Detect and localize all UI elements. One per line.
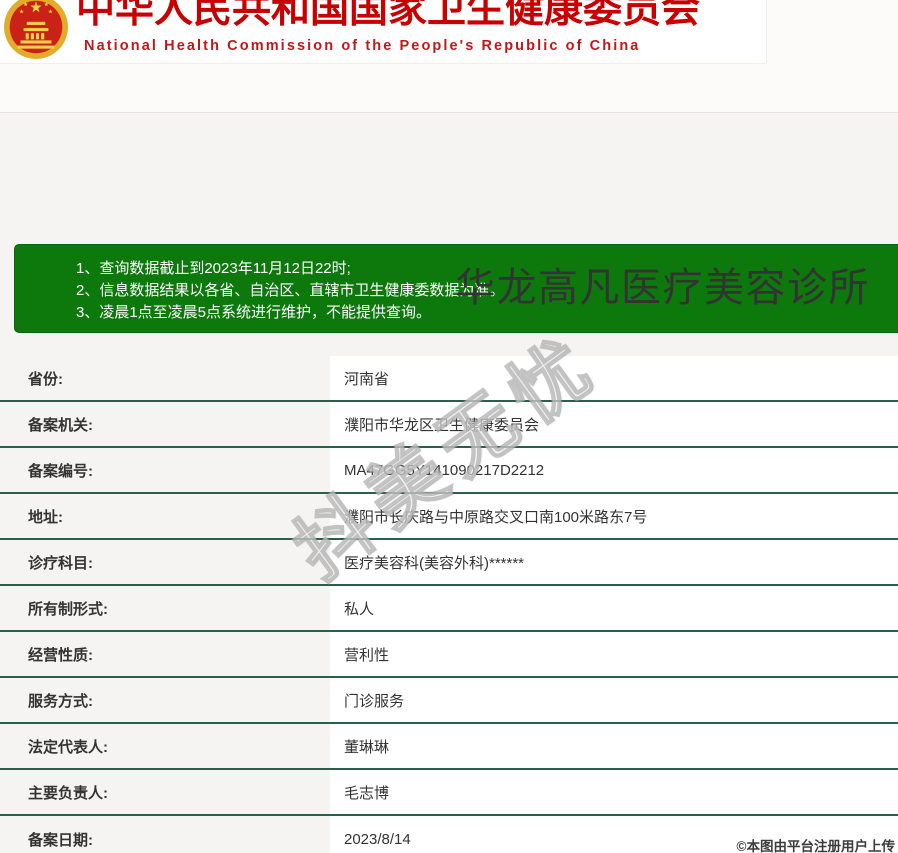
field-value: 濮阳市华龙区卫生健康委员会: [330, 402, 898, 446]
site-header: 中华人民共和国国家卫生健康委员会 National Health Commiss…: [0, 0, 898, 113]
table-row-filing-number: 备案编号: MA47GG5Y141090217D2212: [0, 448, 898, 494]
table-row-province: 省份: 河南省: [0, 356, 898, 402]
field-value: 私人: [330, 586, 898, 630]
table-row-service-mode: 服务方式: 门诊服务: [0, 678, 898, 724]
upload-credit: ©本图由平台注册用户上传: [736, 839, 895, 853]
field-label: 所有制形式:: [0, 586, 330, 630]
field-value: 河南省: [330, 356, 898, 400]
table-row-legal-representative: 法定代表人: 董琳琳: [0, 724, 898, 770]
field-label: 备案编号:: [0, 448, 330, 492]
header-banner: 中华人民共和国国家卫生健康委员会 National Health Commiss…: [0, 0, 767, 64]
field-value: MA47GG5Y141090217D2212: [330, 448, 898, 492]
field-value: 濮阳市长庆路与中原路交叉口南100米路东7号: [330, 494, 898, 538]
field-value: 营利性: [330, 632, 898, 676]
field-value: 毛志博: [330, 770, 898, 814]
table-row-ownership-form: 所有制形式: 私人: [0, 586, 898, 632]
table-row-treatment-subjects: 诊疗科目: 医疗美容科(美容外科)******: [0, 540, 898, 586]
header-title-cn: 中华人民共和国国家卫生健康委员会: [76, 0, 701, 31]
field-value: 医疗美容科(美容外科)******: [330, 540, 898, 584]
field-label: 经营性质:: [0, 632, 330, 676]
table-row-principal: 主要负责人: 毛志博: [0, 770, 898, 816]
field-value: 董琳琳: [330, 724, 898, 768]
content-top-band: 1、查询数据截止到2023年11月12日22时; 2、信息数据结果以各省、自治区…: [0, 113, 898, 356]
table-row-business-nature: 经营性质: 营利性: [0, 632, 898, 678]
record-table: 省份: 河南省 备案机关: 濮阳市华龙区卫生健康委员会 备案编号: MA47GG…: [0, 356, 898, 853]
field-label: 诊疗科目:: [0, 540, 330, 584]
table-row-filing-authority: 备案机关: 濮阳市华龙区卫生健康委员会: [0, 402, 898, 448]
field-label: 省份:: [0, 356, 330, 400]
field-label: 备案日期:: [0, 816, 330, 853]
field-label: 地址:: [0, 494, 330, 538]
china-national-emblem-icon: [4, 0, 68, 59]
field-label: 服务方式:: [0, 678, 330, 722]
institution-name: 华龙高凡医疗美容诊所: [455, 266, 870, 310]
field-label: 主要负责人:: [0, 770, 330, 814]
table-row-address: 地址: 濮阳市长庆路与中原路交叉口南100米路东7号: [0, 494, 898, 540]
header-title-en: National Health Commission of the People…: [84, 38, 641, 54]
page: 中华人民共和国国家卫生健康委员会 National Health Commiss…: [0, 0, 898, 853]
field-label: 备案机关:: [0, 402, 330, 446]
field-label: 法定代表人:: [0, 724, 330, 768]
field-value: 门诊服务: [330, 678, 898, 722]
